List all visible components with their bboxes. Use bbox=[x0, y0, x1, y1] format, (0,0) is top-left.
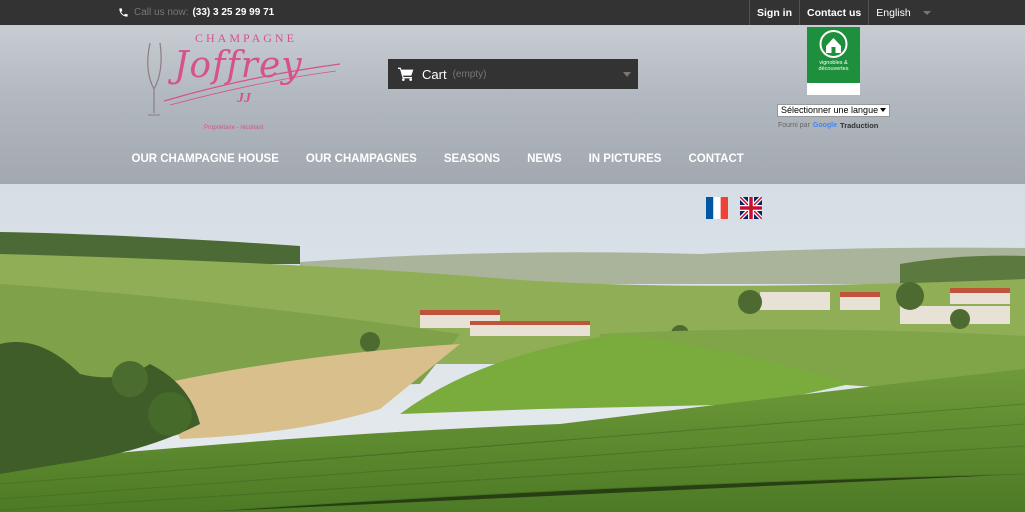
site-header: CHAMPAGNE Joffrey JJ Propriétaire - réco… bbox=[0, 25, 1025, 184]
vineyard-landscape-illustration bbox=[0, 184, 1025, 512]
uk-flag-icon[interactable] bbox=[740, 197, 762, 219]
top-bar: Call us now: (33) 3 25 29 99 71 Sign in … bbox=[0, 0, 1025, 25]
hero-vineyard-image bbox=[0, 184, 1025, 512]
translation-link[interactable]: Traduction bbox=[840, 121, 878, 130]
nav-item-champagne-house[interactable]: OUR CHAMPAGNE HOUSE bbox=[118, 149, 292, 169]
powered-by-google: Fourni par Google Traduction bbox=[778, 121, 878, 130]
sign-in-link[interactable]: Sign in bbox=[749, 0, 799, 25]
phone-contact: Call us now: (33) 3 25 29 99 71 bbox=[118, 4, 274, 21]
language-label: English bbox=[876, 6, 911, 19]
logo-subtitle: Propriétaire - récoltant bbox=[204, 125, 264, 131]
cart-label: Cart bbox=[422, 66, 447, 82]
contact-us-link[interactable]: Contact us bbox=[799, 0, 868, 25]
badge-background: vignobles & découvertes bbox=[807, 27, 860, 83]
nav-item-in-pictures[interactable]: IN PICTURES bbox=[575, 149, 675, 169]
call-label: Call us now: bbox=[134, 7, 189, 18]
translate-language-select[interactable]: Sélectionner une langue bbox=[777, 104, 890, 117]
badge-text: vignobles & découvertes bbox=[818, 60, 849, 72]
leaf-house-icon bbox=[819, 30, 848, 58]
nav-item-news[interactable]: NEWS bbox=[514, 149, 576, 169]
phone-number[interactable]: (33) 3 25 29 99 71 bbox=[192, 7, 274, 18]
dropdown-arrow-icon bbox=[880, 108, 886, 112]
main-navigation: OUR CHAMPAGNE HOUSE OUR CHAMPAGNES SEASO… bbox=[118, 149, 757, 169]
vignobles-decouvertes-badge[interactable]: vignobles & découvertes bbox=[807, 27, 860, 95]
phone-icon bbox=[119, 8, 128, 17]
chevron-down-icon bbox=[623, 72, 631, 77]
cart-icon bbox=[398, 67, 414, 81]
logo-initials: JJ bbox=[237, 91, 251, 106]
top-links: Sign in Contact us English bbox=[749, 0, 931, 25]
cart-status: (empty) bbox=[452, 68, 487, 80]
translate-select-label: Sélectionner une langue bbox=[781, 105, 879, 115]
google-logo-text: Google bbox=[812, 122, 838, 129]
cart-button[interactable]: Cart (empty) bbox=[388, 59, 638, 89]
nav-item-contact[interactable]: CONTACT bbox=[675, 149, 757, 169]
chevron-down-icon bbox=[922, 10, 931, 15]
nav-item-seasons[interactable]: SEASONS bbox=[430, 149, 513, 169]
logo-name-text: Joffrey bbox=[174, 45, 303, 86]
powered-label: Fourni par bbox=[778, 122, 810, 129]
nav-item-champagnes[interactable]: OUR CHAMPAGNES bbox=[292, 149, 430, 169]
french-flag-icon[interactable] bbox=[706, 197, 728, 219]
site-logo[interactable]: CHAMPAGNE Joffrey JJ Propriétaire - réco… bbox=[140, 31, 350, 131]
language-selector[interactable]: English bbox=[868, 0, 931, 25]
logo-champagne-text: CHAMPAGNE bbox=[195, 31, 297, 45]
